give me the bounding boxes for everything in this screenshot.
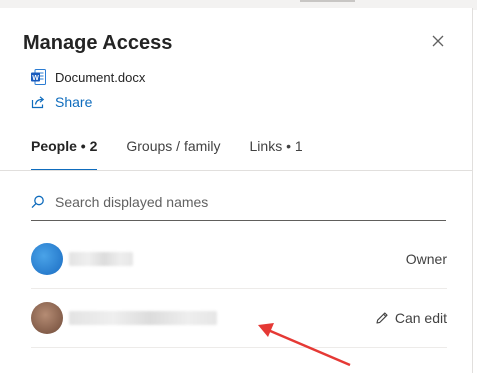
word-doc-icon: W	[31, 69, 46, 85]
share-link[interactable]: Share	[31, 94, 92, 110]
document-name: Document.docx	[55, 69, 146, 85]
avatar	[31, 243, 63, 275]
person-row-owner[interactable]: Owner	[31, 230, 447, 289]
search-icon	[31, 195, 44, 209]
dialog-title: Manage Access	[23, 32, 173, 54]
close-button[interactable]	[429, 32, 447, 50]
share-icon	[31, 96, 45, 109]
background-tick	[300, 0, 355, 2]
avatar	[31, 302, 63, 334]
tab-divider	[0, 170, 472, 171]
permission-dropdown[interactable]: Can edit	[375, 310, 447, 326]
svg-text:W: W	[32, 75, 39, 82]
tab-links[interactable]: Links • 1	[250, 138, 303, 171]
search-box	[31, 184, 446, 221]
role-label-owner: Owner	[405, 251, 447, 267]
document-info: W Document.docx	[31, 69, 145, 85]
redacted-name	[69, 252, 133, 266]
tab-people[interactable]: People • 2	[31, 138, 98, 171]
tab-bar: People • 2 Groups / family Links • 1	[31, 138, 332, 171]
manage-access-dialog: Manage Access W Document.docx Share Peop…	[0, 8, 473, 373]
close-icon	[432, 35, 444, 47]
redacted-name	[69, 311, 217, 325]
pencil-icon	[376, 312, 388, 324]
search-input[interactable]	[53, 193, 437, 211]
person-row-editor[interactable]: Can edit	[31, 289, 447, 348]
role-label-can-edit: Can edit	[394, 310, 447, 326]
share-label: Share	[55, 94, 93, 110]
tab-groups-family[interactable]: Groups / family	[126, 138, 220, 171]
